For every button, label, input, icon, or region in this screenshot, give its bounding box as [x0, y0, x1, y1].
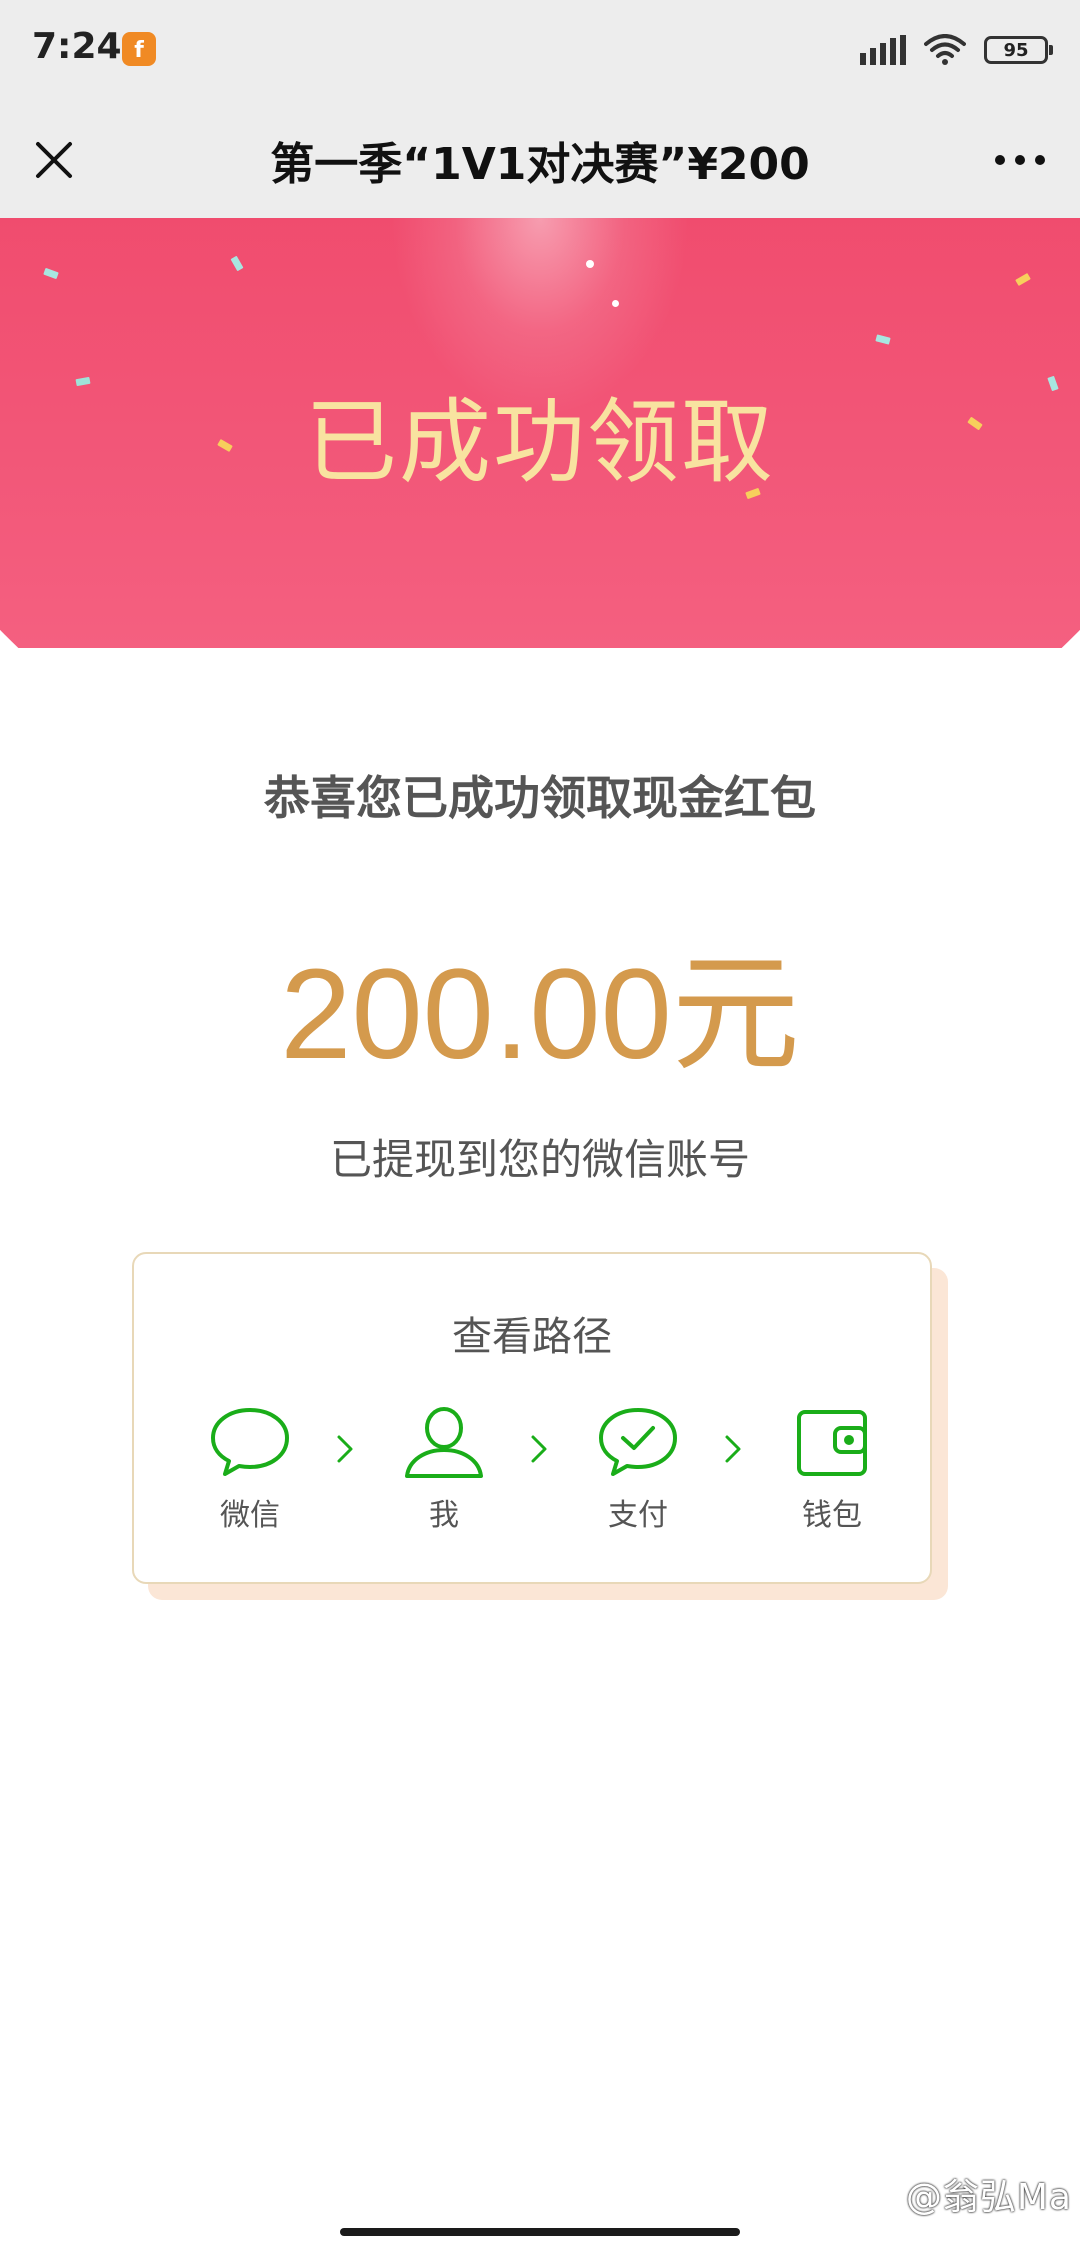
signal-icon [860, 35, 906, 65]
more-icon[interactable] [990, 140, 1050, 180]
confetti [612, 300, 619, 307]
close-icon[interactable] [30, 136, 78, 184]
withdrawn-message: 已提现到您的微信账号 [329, 1135, 750, 1184]
nav-bar: 第一季“1V1对决赛”¥200 [0, 100, 1080, 218]
congrats-message: 恭喜您已成功领取现金红包 [264, 771, 816, 825]
path-step-label: 支付 [608, 1498, 668, 1533]
status-bar: 7:24 f 95 [0, 0, 1080, 100]
person-icon [405, 1407, 483, 1478]
pay-check-icon [599, 1408, 677, 1476]
battery-icon: 95 [984, 36, 1053, 64]
watermark: @翁弘Ma [905, 2177, 1072, 2218]
path-step-wechat: 微信 [190, 1404, 310, 1534]
page-title: 第一季“1V1对决赛”¥200 [270, 139, 810, 190]
svg-text:f: f [134, 38, 144, 63]
wifi-icon [924, 34, 966, 65]
chevron-right-icon [337, 1435, 353, 1463]
chevron-right-icon [531, 1435, 547, 1463]
path-step-wallet: 钱包 [772, 1404, 892, 1534]
wallet-icon [797, 1410, 867, 1476]
chevron-right-icon [725, 1435, 741, 1463]
notification-app-icon: f [122, 32, 156, 66]
home-indicator[interactable] [340, 2228, 740, 2236]
success-banner: 已成功领取 [0, 218, 1080, 648]
path-step-label: 微信 [220, 1498, 280, 1533]
path-step-me: 我 [384, 1404, 504, 1534]
path-step-label: 钱包 [802, 1498, 862, 1533]
success-title: 已成功领取 [304, 389, 775, 496]
battery-level: 95 [1003, 39, 1029, 61]
status-indicators: 95 [860, 28, 1053, 72]
amount-value: 200.00元 [280, 943, 800, 1086]
path-step-label: 我 [429, 1498, 459, 1533]
chat-bubble-icon [211, 1408, 289, 1476]
status-time: 7:24 [32, 26, 122, 67]
path-step-pay: 支付 [578, 1404, 698, 1534]
path-card: 查看路径 微信 我 支付 钱包 [132, 1252, 932, 1584]
path-card-title: 查看路径 [452, 1314, 612, 1360]
confetti [586, 260, 594, 268]
